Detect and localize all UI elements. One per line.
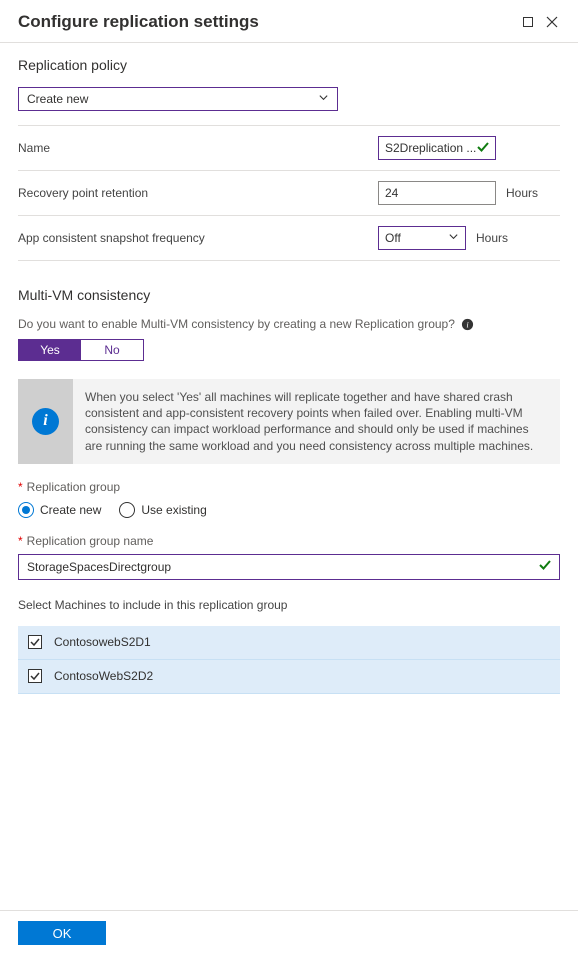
- name-label: Name: [18, 141, 378, 155]
- checkbox[interactable]: [28, 669, 42, 683]
- replication-group-label: *Replication group: [18, 480, 560, 494]
- toggle-yes[interactable]: Yes: [19, 340, 81, 360]
- info-text: When you select 'Yes' all machines will …: [73, 379, 560, 464]
- machine-name: ContosowebS2D1: [54, 635, 151, 649]
- multi-vm-heading: Multi-VM consistency: [18, 287, 560, 303]
- page-title: Configure replication settings: [18, 12, 516, 32]
- info-icon: i: [32, 408, 59, 435]
- retention-unit: Hours: [506, 186, 538, 200]
- info-icon[interactable]: i: [461, 317, 475, 331]
- snapshot-unit: Hours: [476, 231, 508, 245]
- policy-name-value: S2Dreplication ...: [385, 141, 476, 155]
- ok-button[interactable]: OK: [18, 921, 106, 945]
- check-icon: [477, 141, 489, 156]
- replication-policy-dropdown-value: Create new: [27, 92, 88, 106]
- retention-input[interactable]: 24: [378, 181, 496, 205]
- multi-vm-toggle: Yes No: [18, 339, 144, 361]
- replication-group-name-label: *Replication group name: [18, 534, 560, 548]
- list-item[interactable]: ContosoWebS2D2: [18, 660, 560, 694]
- machine-list: ContosowebS2D1 ContosoWebS2D2: [18, 626, 560, 694]
- radio-create-new[interactable]: Create new: [18, 502, 101, 518]
- check-icon: [539, 559, 551, 574]
- replication-group-name-value: StorageSpacesDirectgroup: [27, 560, 539, 574]
- snapshot-value: Off: [385, 231, 401, 245]
- info-callout: i When you select 'Yes' all machines wil…: [18, 379, 560, 464]
- close-window-button[interactable]: [540, 10, 564, 34]
- chevron-down-icon: [318, 92, 329, 106]
- checkbox[interactable]: [28, 635, 42, 649]
- policy-name-input[interactable]: S2Dreplication ...: [378, 136, 496, 160]
- multi-vm-question: Do you want to enable Multi-VM consisten…: [18, 317, 560, 331]
- restore-window-button[interactable]: [516, 10, 540, 34]
- chevron-down-icon: [448, 231, 459, 245]
- replication-group-name-input[interactable]: StorageSpacesDirectgroup: [18, 554, 560, 580]
- machine-name: ContosoWebS2D2: [54, 669, 153, 683]
- replication-policy-dropdown[interactable]: Create new: [18, 87, 338, 111]
- replication-policy-heading: Replication policy: [18, 57, 560, 73]
- list-item[interactable]: ContosowebS2D1: [18, 626, 560, 660]
- retention-value: 24: [385, 186, 398, 200]
- snapshot-dropdown[interactable]: Off: [378, 226, 466, 250]
- radio-use-existing[interactable]: Use existing: [119, 502, 206, 518]
- snapshot-label: App consistent snapshot frequency: [18, 231, 378, 245]
- retention-label: Recovery point retention: [18, 186, 378, 200]
- select-machines-label: Select Machines to include in this repli…: [18, 598, 560, 612]
- toggle-no[interactable]: No: [81, 340, 143, 360]
